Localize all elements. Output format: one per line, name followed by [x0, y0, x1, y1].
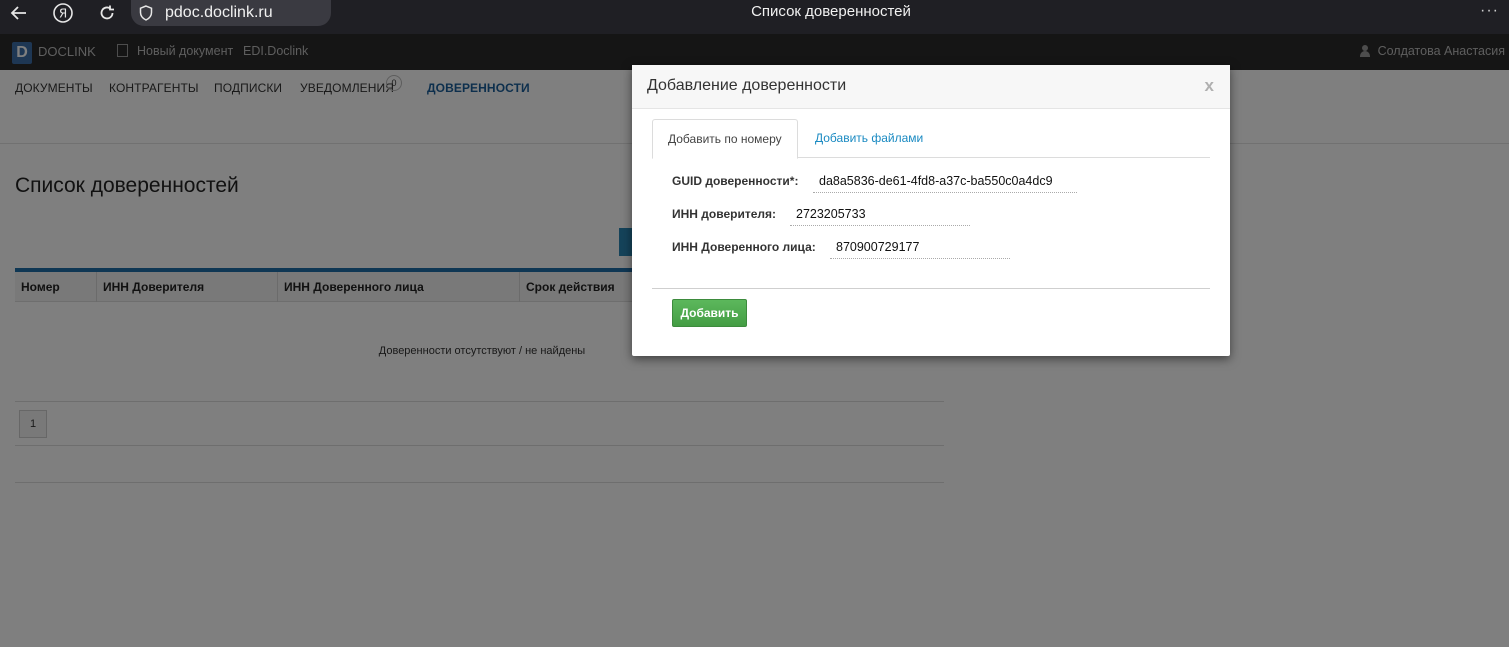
- guid-input[interactable]: [813, 169, 1077, 193]
- more-menu-icon[interactable]: ···: [1480, 2, 1499, 20]
- browser-toolbar: Я pdoc.doclink.ru Список доверенностей ·…: [0, 0, 1509, 34]
- dialog-title: Добавление доверенности: [647, 77, 847, 94]
- dialog-header: Добавление доверенности x: [632, 65, 1230, 109]
- guid-label: GUID доверенности*:: [672, 174, 799, 188]
- close-icon[interactable]: x: [1205, 76, 1214, 96]
- inn-principal-label: ИНН доверителя:: [672, 207, 777, 221]
- inn-agent-input[interactable]: [830, 235, 1010, 259]
- add-button[interactable]: Добавить: [672, 299, 747, 327]
- dialog-divider: [652, 288, 1210, 289]
- dialog-tabs: Добавить по номеру Добавить файлами: [652, 119, 1210, 159]
- inn-agent-label: ИНН Доверенного лица:: [672, 240, 816, 254]
- browser-tab-title: Список доверенностей: [751, 3, 911, 20]
- add-power-of-attorney-dialog: Добавление доверенности x Добавить по но…: [632, 65, 1230, 356]
- tab-add-by-files[interactable]: Добавить файлами: [800, 119, 938, 158]
- tab-add-by-number[interactable]: Добавить по номеру: [652, 119, 798, 159]
- inn-principal-input[interactable]: [790, 202, 970, 226]
